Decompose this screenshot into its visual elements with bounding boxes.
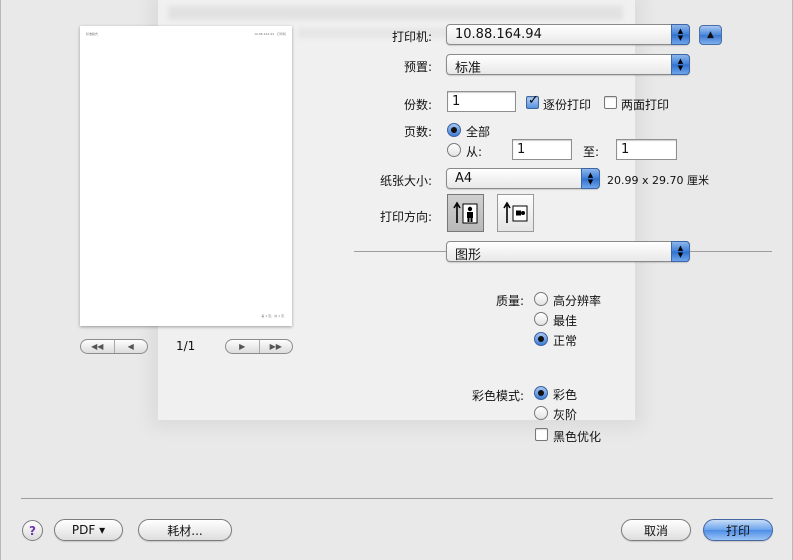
pages-to-label: 至: (583, 145, 600, 159)
preview-nav-back-group: ◀◀ ◀ (80, 339, 148, 354)
paper-size-popup[interactable]: A4 ▲ ▼ (446, 168, 600, 189)
quality-high-radio[interactable] (534, 292, 548, 306)
collate-label: 逐份打印 (543, 98, 592, 112)
pdf-menu-button[interactable]: PDF ▾ (54, 519, 123, 541)
background-toolbar (168, 6, 623, 20)
panel-popup[interactable]: 图形 ▲ ▼ (446, 241, 690, 263)
preview-nav-forward-group: ▶ ▶▶ (225, 339, 293, 354)
quality-high-label: 高分辨率 (553, 294, 602, 308)
popup-arrows-icon: ▲ ▼ (671, 241, 690, 262)
collapse-details-button[interactable]: ▲ (699, 25, 722, 45)
pages-all-radio[interactable] (447, 123, 461, 137)
color-mode-color-radio[interactable] (534, 386, 548, 400)
black-optimize-checkbox[interactable] (535, 428, 548, 441)
preview-header-right: 10.88.164.94 · 打印机 (254, 32, 286, 36)
paper-size-value: A4 (455, 171, 473, 186)
first-page-button[interactable]: ◀◀ (81, 340, 114, 353)
last-page-button[interactable]: ▶▶ (258, 340, 293, 353)
quality-label: 质量: (495, 294, 524, 308)
presets-label: 预置: (403, 60, 432, 74)
pages-to-input[interactable]: 1 (616, 139, 677, 160)
color-mode-gray-label: 灰阶 (553, 408, 578, 422)
landscape-person-icon (502, 201, 527, 223)
print-preview-page: 标准模式 10.88.164.94 · 打印机 第 1 页，共 1 页 (80, 26, 292, 326)
next-page-button[interactable]: ▶ (226, 340, 259, 353)
popup-arrows-icon: ▲ ▼ (671, 24, 690, 45)
quality-normal-radio[interactable] (534, 332, 548, 346)
preview-header-left: 标准模式 (86, 32, 99, 36)
duplex-label: 两面打印 (621, 98, 670, 112)
pages-range-radio[interactable] (447, 143, 461, 157)
print-button[interactable]: 打印 (703, 519, 773, 541)
previous-page-button[interactable]: ◀ (113, 340, 148, 353)
color-mode-color-label: 彩色 (553, 388, 578, 402)
printer-popup[interactable]: 10.88.164.94 ▲ ▼ (446, 24, 690, 45)
collate-checkbox[interactable] (526, 93, 539, 109)
paper-size-label: 纸张大小: (379, 174, 432, 188)
pages-label: 页数: (403, 125, 432, 139)
popup-arrows-icon: ▲ ▼ (671, 54, 690, 75)
quality-normal-label: 正常 (553, 334, 578, 348)
pages-from-label: 从: (466, 145, 483, 159)
printer-value: 10.88.164.94 (455, 27, 542, 42)
triangle-up-icon: ▲ (707, 30, 714, 40)
black-optimize-label: 黑色优化 (553, 430, 602, 444)
preview-footer: 第 1 页，共 1 页 (261, 314, 284, 318)
panel-separator-right (690, 251, 772, 252)
panel-value: 图形 (455, 248, 482, 263)
quality-best-radio[interactable] (534, 312, 548, 326)
presets-popup[interactable]: 标准 ▲ ▼ (446, 54, 690, 76)
duplex-checkbox[interactable] (604, 96, 617, 109)
presets-value: 标准 (455, 61, 482, 76)
footer-separator (21, 498, 773, 499)
copies-input[interactable]: 1 (447, 91, 516, 112)
color-mode-gray-radio[interactable] (534, 406, 548, 420)
portrait-person-icon (452, 201, 477, 224)
paper-dimensions: 20.99 x 29.70 厘米 (607, 174, 709, 187)
cancel-button[interactable]: 取消 (621, 519, 691, 541)
copies-label: 份数: (403, 98, 432, 112)
portrait-orientation-button[interactable] (447, 194, 484, 232)
page-count: 1/1 (176, 339, 196, 353)
landscape-orientation-button[interactable] (497, 194, 534, 232)
quality-best-label: 最佳 (553, 314, 578, 328)
color-mode-label: 彩色模式: (471, 389, 524, 403)
panel-separator-left (354, 251, 446, 252)
popup-arrows-icon: ▲ ▼ (581, 168, 600, 189)
orientation-label: 打印方向: (379, 210, 432, 224)
printer-label: 打印机: (391, 30, 432, 44)
pages-all-label: 全部 (466, 125, 491, 139)
supplies-button[interactable]: 耗材... (138, 519, 232, 541)
help-icon: ? (29, 523, 36, 538)
help-button[interactable]: ? (22, 520, 43, 541)
pages-from-input[interactable]: 1 (512, 139, 572, 160)
